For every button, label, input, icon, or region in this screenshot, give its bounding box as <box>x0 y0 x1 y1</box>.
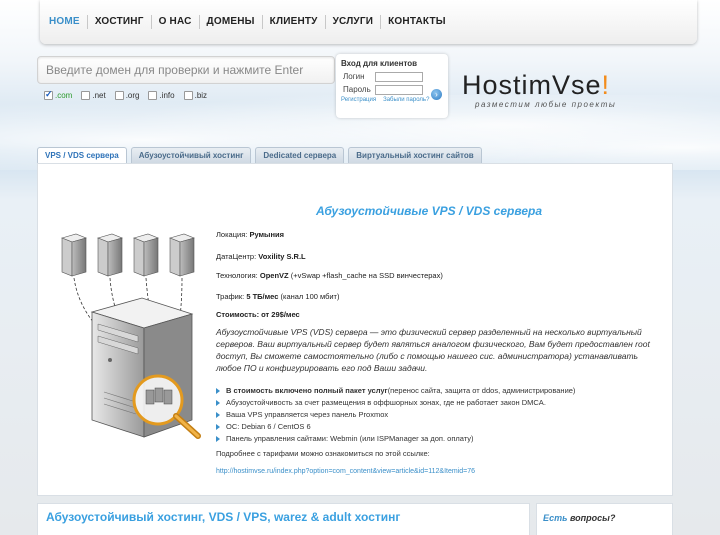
nav-home[interactable]: HOME <box>42 15 88 29</box>
domain-zones: .com .net .org .info .biz <box>44 89 207 100</box>
small-server-icon <box>133 233 159 277</box>
domain-search-input[interactable] <box>38 57 334 83</box>
vps-panel: Абузоустойчивые VPS / VDS сервера Локаци… <box>37 163 673 496</box>
password-input[interactable] <box>375 84 423 95</box>
client-login-box: Вход для клиентов Логин Пароль Регистрац… <box>336 54 448 118</box>
zone-net[interactable]: .net <box>81 91 106 100</box>
location-line: Локация: Румыния <box>216 230 284 239</box>
questions-box: Есть вопросы? <box>536 503 673 535</box>
list-item: Ваша VPS управляется через панель Proxmo… <box>216 409 575 421</box>
zone-info-checkbox[interactable] <box>148 91 158 100</box>
list-item: Панель управления сайтами: Webmin (или I… <box>216 433 575 445</box>
zone-com-checkbox[interactable] <box>44 89 53 100</box>
arrow-bullet-icon <box>216 400 220 406</box>
zone-biz[interactable]: .biz <box>183 91 207 100</box>
domain-search-box <box>37 56 335 84</box>
bottom-section: Абузоустойчивый хостинг, VDS / VPS, ware… <box>37 503 530 535</box>
service-tabs: VPS / VDS сервера Абузоустойчивый хостин… <box>37 147 482 163</box>
questions-heading: Есть вопросы? <box>543 513 616 523</box>
list-item: В стоимость включено полный пакет услуг … <box>216 385 575 397</box>
site-tagline: разместим любые проекты <box>475 100 617 109</box>
login-submit-button[interactable]: › <box>431 89 442 100</box>
site-logo[interactable]: HostimVse! <box>462 70 610 101</box>
tab-vps[interactable]: VPS / VDS сервера <box>37 147 127 163</box>
list-item: Абузоустойчивость за счет размещения в о… <box>216 397 575 409</box>
bottom-heading: Абузоустойчивый хостинг, VDS / VPS, ware… <box>46 510 401 524</box>
server-illustration <box>61 233 201 439</box>
zone-com[interactable]: .com <box>44 89 72 100</box>
panel-title: Абузоустойчивые VPS / VDS сервера <box>316 204 542 218</box>
arrow-bullet-icon <box>216 412 220 418</box>
nav-hosting[interactable]: ХОСТИНГ <box>88 15 152 29</box>
datacenter-line: ДатаЦентр: Voxility S.R.L <box>216 252 306 261</box>
arrow-bullet-icon <box>216 388 220 394</box>
vps-description: Абузоустойчивые VPS (VDS) сервера — это … <box>216 327 650 373</box>
list-item: ОС: Debian 6 / CentOS 6 <box>216 421 575 433</box>
login-title: Вход для клиентов <box>341 59 418 68</box>
password-label: Пароль <box>343 85 371 94</box>
price-line: Стоимость: от 29$/мес <box>216 310 300 319</box>
tab-virtual-hosting[interactable]: Виртуальный хостинг сайтов <box>348 147 482 163</box>
zone-org[interactable]: .org <box>114 91 139 100</box>
register-link[interactable]: Регистрация <box>341 97 376 103</box>
arrow-bullet-icon <box>216 436 220 442</box>
login-label: Логин <box>343 72 365 81</box>
nav-client[interactable]: КЛИЕНТУ <box>263 15 326 29</box>
arrow-right-icon: › <box>435 90 438 99</box>
tariffs-link[interactable]: http://hostimvse.ru/index.php?option=com… <box>216 468 475 475</box>
feature-list: В стоимость включено полный пакет услуг … <box>216 385 575 445</box>
tab-dedicated[interactable]: Dedicated сервера <box>255 147 345 163</box>
login-input[interactable] <box>375 71 423 82</box>
nav-contacts[interactable]: КОНТАКТЫ <box>381 15 453 29</box>
forgot-password-link[interactable]: Забыли пароль? <box>383 97 429 103</box>
zone-net-checkbox[interactable] <box>81 91 91 100</box>
technology-line: Технология: OpenVZ (+vSwap +flash_cache … <box>216 271 443 280</box>
zone-biz-checkbox[interactable] <box>183 91 193 100</box>
tab-abuse-hosting[interactable]: Абузоустойчивый хостинг <box>130 147 252 163</box>
more-info-text: Подробнее с тарифами можно ознакомиться … <box>216 449 430 458</box>
arrow-bullet-icon <box>216 424 220 430</box>
traffic-line: Трафик: 5 ТБ/мес (канал 100 мбит) <box>216 292 340 301</box>
nav-domains[interactable]: ДОМЕНЫ <box>200 15 263 29</box>
small-server-icon <box>61 233 87 277</box>
nav-about[interactable]: О НАС <box>152 15 200 29</box>
zone-org-checkbox[interactable] <box>114 91 124 100</box>
small-server-icon <box>169 233 195 277</box>
small-server-icon <box>97 233 123 277</box>
nav-services[interactable]: УСЛУГИ <box>326 15 382 29</box>
zone-info[interactable]: .info <box>148 91 175 100</box>
top-nav: HOME ХОСТИНГ О НАС ДОМЕНЫ КЛИЕНТУ УСЛУГИ… <box>40 0 697 44</box>
